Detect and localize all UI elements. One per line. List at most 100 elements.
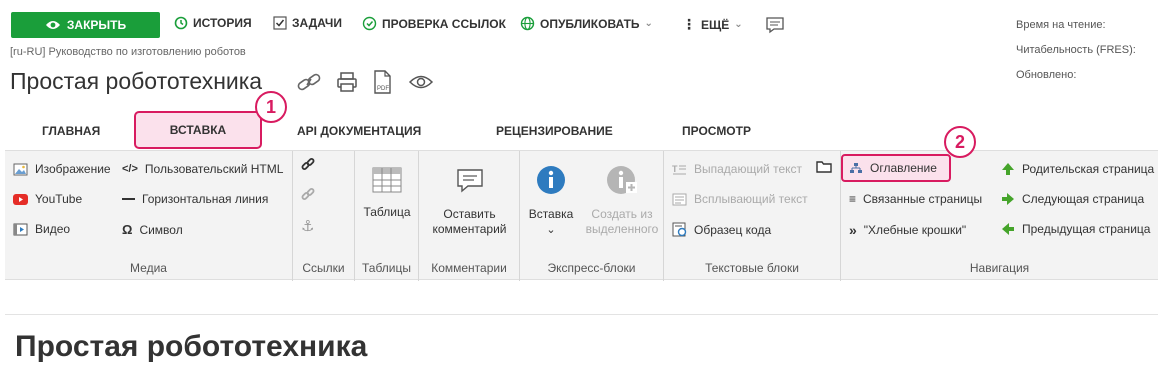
close-label: ЗАКРЫТЬ [66, 18, 127, 32]
insert-anchor-button[interactable]: ⚓ [301, 217, 314, 235]
next-label: Следующая страница [1022, 192, 1145, 206]
related-pages-button[interactable]: ≡ Связанные страницы [849, 192, 982, 206]
close-button[interactable]: ЗАКРЫТЬ [11, 12, 160, 38]
checkbox-icon [273, 16, 287, 30]
tasks-button[interactable]: ЗАДАЧИ [273, 16, 342, 30]
media-group: Изображение YouTube Видео </> Пользовате… [5, 151, 293, 281]
insert-image-button[interactable]: Изображение [13, 162, 111, 176]
arrow-left-icon [1002, 223, 1014, 235]
next-page-button[interactable]: Следующая страница [1001, 192, 1144, 206]
remove-link-button[interactable] [301, 188, 315, 202]
link-icon [301, 158, 315, 170]
tasks-label: ЗАДАЧИ [292, 16, 342, 30]
insert-youtube-button[interactable]: YouTube [13, 192, 82, 206]
page-title: Простая робототехника [10, 68, 263, 94]
more-vertical-icon: ⋮ [682, 16, 696, 32]
tab-insert-label: ВСТАВКА [169, 123, 227, 137]
omega-icon: Ω [122, 222, 133, 237]
parent-page-button[interactable]: Родительская страница [1001, 162, 1154, 176]
unlink-icon [301, 188, 315, 200]
link-icon[interactable] [296, 72, 322, 97]
preview-eye-icon[interactable] [408, 73, 434, 96]
double-chevron-icon: » [849, 222, 857, 238]
info-add-icon [607, 166, 637, 194]
link-check-icon [362, 16, 377, 31]
express-insert-label: Вставка [528, 207, 574, 221]
step-badge-2: 2 [944, 126, 976, 158]
read-time-label: Время на чтение: [1016, 19, 1106, 31]
tab-api-docs[interactable]: API ДОКУМЕНТАЦИЯ [297, 124, 421, 138]
breadcrumbs-label: "Хлебные крошки" [863, 223, 967, 237]
code-sample-icon [672, 222, 687, 237]
prev-page-button[interactable]: Предыдущая страница [1001, 222, 1150, 236]
readability-label: Читабельность (FRES): [1016, 44, 1136, 56]
content-heading: Простая робототехника [15, 330, 368, 363]
eye-icon [45, 21, 60, 29]
links-group: ⚓ Ссылки [293, 151, 355, 281]
breadcrumbs-button[interactable]: » "Хлебные крошки" [849, 222, 966, 238]
image-label: Изображение [35, 162, 111, 176]
insert-hline-button[interactable]: Горизонтальная линия [122, 192, 268, 206]
video-icon [13, 223, 28, 235]
breadcrumb[interactable]: [ru-RU] Руководство по изготовлению робо… [10, 46, 246, 58]
content-divider [5, 314, 1158, 315]
leave-comment-button[interactable]: Оставить комментарий [423, 167, 516, 237]
title-actions: PDF [296, 70, 434, 99]
dropdown-text-button[interactable]: T Выпадающий текст [672, 162, 802, 176]
info-icon [537, 166, 565, 194]
tables-group: Таблица Таблицы [355, 151, 419, 281]
arrow-up-icon [1002, 163, 1014, 175]
insert-link-button[interactable] [301, 158, 315, 172]
toc-button-highlighted[interactable]: Оглавление [849, 161, 937, 175]
dropdown-text-icon: T [672, 164, 686, 174]
links-check-button[interactable]: ПРОВЕРКА ССЫЛОК [362, 16, 506, 31]
chevron-down-icon: ⌄ [734, 19, 743, 30]
comments-group: Оставить комментарий Комментарии [419, 151, 520, 281]
publish-button[interactable]: ОПУБЛИКОВАТЬ ⌄ [520, 16, 653, 31]
history-label: ИСТОРИЯ [193, 16, 252, 30]
dropdown-text-label: Выпадающий текст [694, 162, 803, 176]
table-label: Таблица [363, 205, 411, 219]
text-blocks-group: T Выпадающий текст Всплывающий текст Обр… [664, 151, 841, 281]
tab-insert[interactable]: ВСТАВКА [134, 111, 262, 149]
code-sample-label: Образец кода [694, 222, 772, 237]
links-group-label: Ссылки [302, 261, 345, 275]
editor-window: ЗАКРЫТЬ ИСТОРИЯ ЗАДАЧИ ПРОВЕРКА ССЫЛОК О… [0, 0, 1158, 380]
navigation-group-label: Навигация [969, 261, 1030, 275]
video-label: Видео [35, 222, 71, 236]
insert-symbol-button[interactable]: Ω Символ [122, 222, 183, 237]
insert-table-button[interactable]: Таблица [361, 167, 413, 219]
express-insert-button[interactable]: Вставка ⌄ [526, 165, 576, 236]
popup-text-icon [672, 193, 687, 205]
tab-view[interactable]: ПРОСМОТР [682, 124, 751, 138]
create-from-selection-button[interactable]: Создать из выделенного [582, 165, 662, 237]
create-line2: выделенного [585, 222, 659, 236]
insert-video-button[interactable]: Видео [13, 222, 70, 236]
comment-icon [456, 169, 483, 193]
popup-text-button[interactable]: Всплывающий текст [672, 192, 808, 206]
media-group-label: Медиа [130, 261, 167, 275]
tab-review[interactable]: РЕЦЕНЗИРОВАНИЕ [496, 124, 613, 138]
pdf-icon[interactable]: PDF [372, 70, 394, 99]
leave-comment-line1: Оставить [443, 207, 496, 221]
history-button[interactable]: ИСТОРИЯ [174, 16, 252, 30]
popup-text-label: Всплывающий текст [694, 192, 808, 206]
more-label: ЕЩЁ [701, 17, 730, 32]
comments-toggle-button[interactable] [765, 16, 785, 34]
tab-home[interactable]: ГЛАВНАЯ [42, 124, 100, 138]
anchor-icon: ⚓ [301, 218, 315, 235]
text-blocks-group-label: Текстовые блоки [705, 261, 799, 275]
list-icon: ≡ [849, 192, 857, 206]
create-line1: Создать из [591, 207, 653, 221]
svg-text:PDF: PDF [377, 86, 389, 92]
folder-button[interactable] [816, 160, 832, 173]
leave-comment-line2: комментарий [432, 222, 507, 236]
publish-label: ОПУБЛИКОВАТЬ [540, 16, 640, 31]
code-sample-button[interactable]: Образец кода [672, 222, 771, 237]
insert-custom-html-button[interactable]: </> Пользовательский HTML [122, 162, 283, 176]
tables-group-label: Таблицы [361, 261, 411, 275]
comment-icon [765, 16, 785, 34]
print-icon[interactable] [336, 71, 358, 98]
more-button[interactable]: ⋮ ЕЩЁ ⌄ [682, 16, 743, 33]
symbol-label: Символ [139, 222, 183, 237]
